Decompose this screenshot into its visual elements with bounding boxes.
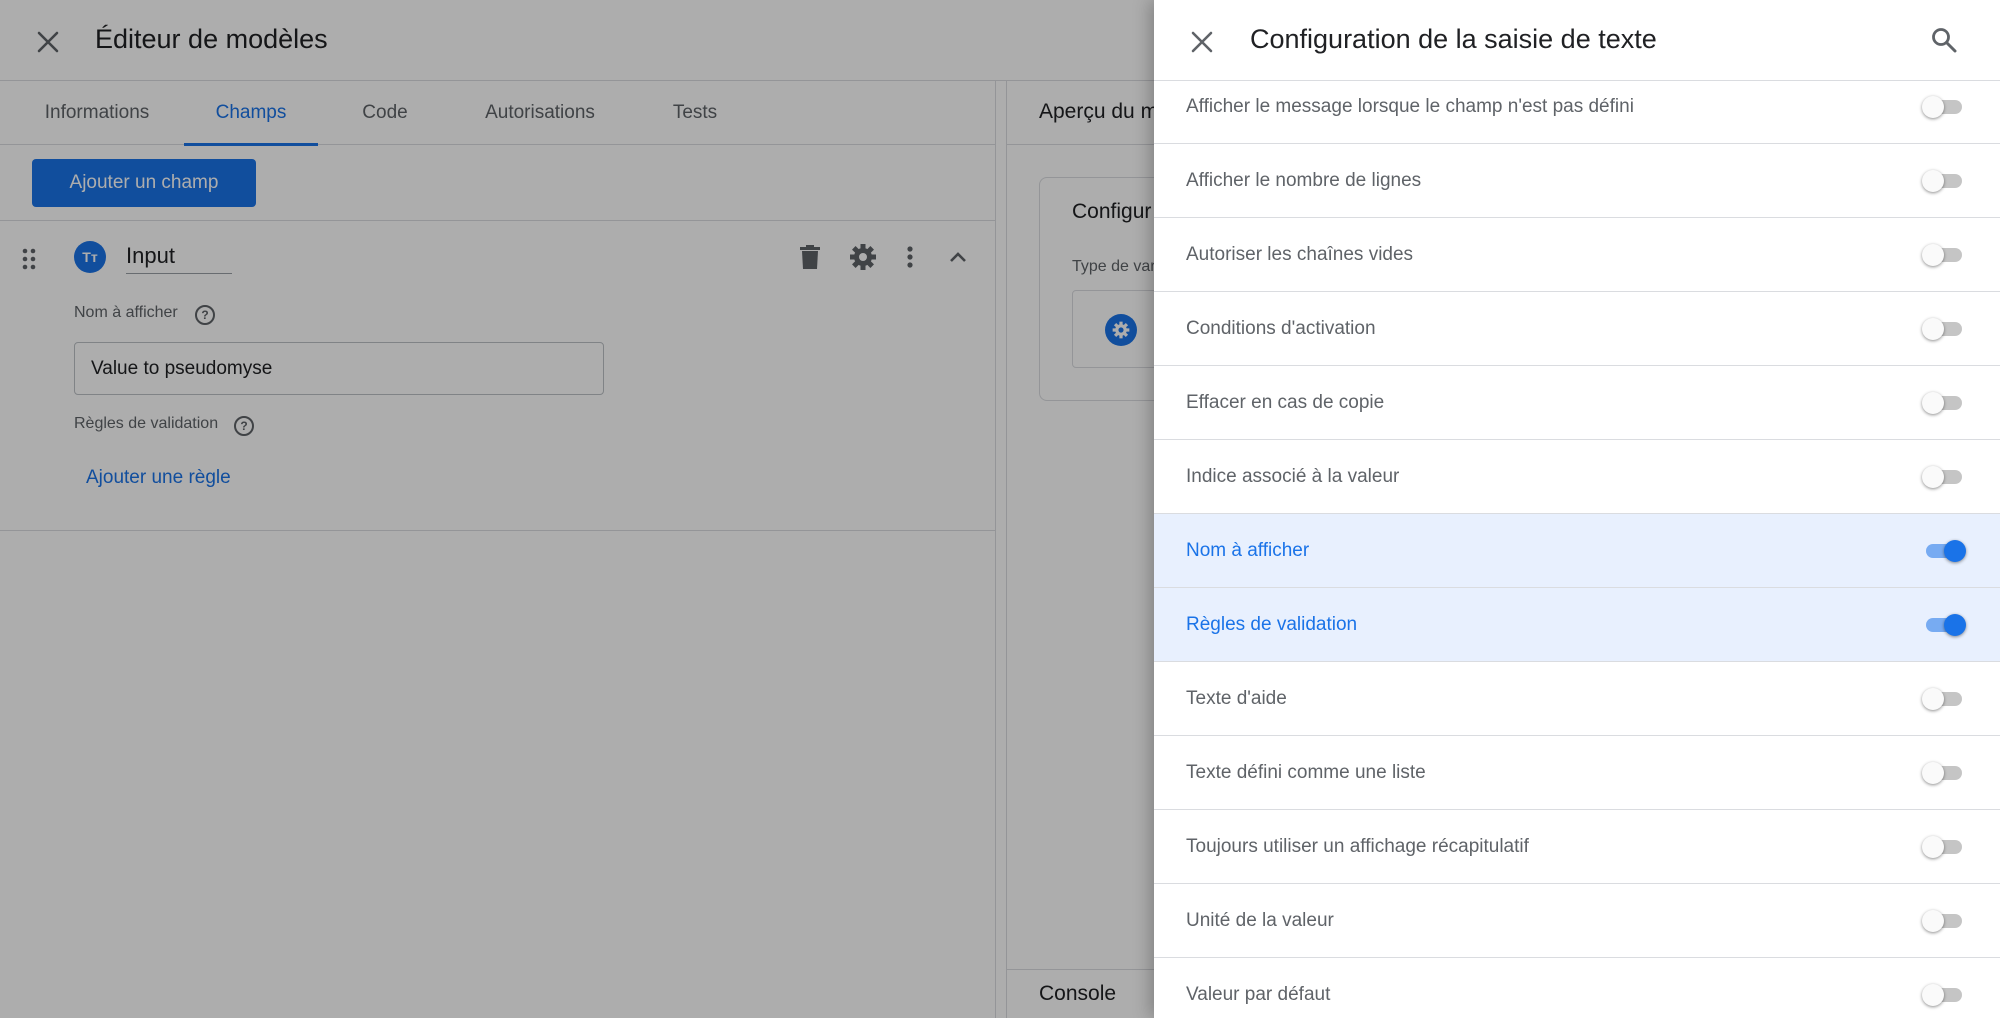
setting-row[interactable]: Nom à afficher — [1154, 514, 2000, 588]
setting-label: Texte défini comme une liste — [1186, 762, 1426, 783]
toggle-thumb — [1922, 836, 1944, 858]
setting-toggle[interactable] — [1922, 466, 1966, 488]
search-button[interactable] — [1926, 22, 1962, 58]
toggle-thumb — [1922, 984, 1944, 1006]
toggle-thumb — [1944, 540, 1966, 562]
setting-label: Toujours utiliser un affichage récapitul… — [1186, 836, 1529, 857]
setting-row[interactable]: Indice associé à la valeur — [1154, 440, 2000, 514]
toggle-thumb — [1944, 614, 1966, 636]
toggle-thumb — [1922, 96, 1944, 118]
setting-toggle[interactable] — [1922, 836, 1966, 858]
setting-label: Indice associé à la valeur — [1186, 466, 1400, 487]
setting-toggle[interactable] — [1922, 688, 1966, 710]
setting-row[interactable]: Autoriser les chaînes vides — [1154, 218, 2000, 292]
setting-toggle[interactable] — [1922, 984, 1966, 1006]
setting-row[interactable]: Toujours utiliser un affichage récapitul… — [1154, 810, 2000, 884]
setting-row[interactable]: Conditions d'activation — [1154, 292, 2000, 366]
panel-title: Configuration de la saisie de texte — [1250, 24, 1657, 54]
panel-header: Configuration de la saisie de texte — [1154, 0, 2000, 81]
setting-label: Règles de validation — [1186, 614, 1358, 635]
setting-label: Autoriser les chaînes vides — [1186, 244, 1414, 265]
setting-row[interactable]: Texte d'aide — [1154, 662, 2000, 736]
modal-scrim[interactable] — [0, 0, 1154, 1018]
setting-toggle[interactable] — [1922, 540, 1966, 562]
toggle-thumb — [1922, 318, 1944, 340]
setting-label: Afficher le nombre de lignes — [1186, 170, 1422, 191]
toggle-thumb — [1922, 466, 1944, 488]
setting-row[interactable]: Unité de la valeur — [1154, 884, 2000, 958]
setting-toggle[interactable] — [1922, 762, 1966, 784]
setting-toggle[interactable] — [1922, 392, 1966, 414]
close-panel-button[interactable] — [1184, 24, 1220, 60]
setting-toggle[interactable] — [1922, 614, 1966, 636]
setting-row[interactable]: Afficher le nombre de lignes — [1154, 144, 2000, 218]
setting-toggle[interactable] — [1922, 318, 1966, 340]
setting-row[interactable]: Règles de validation — [1154, 588, 2000, 662]
setting-label: Valeur par défaut — [1186, 984, 1331, 1005]
setting-label: Conditions d'activation — [1186, 318, 1376, 339]
setting-toggle[interactable] — [1922, 170, 1966, 192]
toggle-thumb — [1922, 762, 1944, 784]
toggle-thumb — [1922, 392, 1944, 414]
setting-toggle[interactable] — [1922, 910, 1966, 932]
setting-label: Effacer en cas de copie — [1186, 392, 1385, 413]
setting-row[interactable]: Afficher le message lorsque le champ n'e… — [1154, 70, 2000, 144]
toggle-thumb — [1922, 910, 1944, 932]
toggle-thumb — [1922, 244, 1944, 266]
setting-row[interactable]: Valeur par défaut — [1154, 958, 2000, 1018]
toggle-thumb — [1922, 688, 1944, 710]
text-input-config-panel: Configuration de la saisie de texte Affi… — [1154, 0, 2000, 1018]
close-icon — [1191, 31, 1213, 53]
toggle-thumb — [1922, 170, 1944, 192]
setting-label: Unité de la valeur — [1186, 910, 1334, 931]
setting-row[interactable]: Effacer en cas de copie — [1154, 366, 2000, 440]
search-icon — [1932, 28, 1957, 53]
setting-row[interactable]: Texte défini comme une liste — [1154, 736, 2000, 810]
setting-label: Nom à afficher — [1186, 540, 1310, 561]
setting-label: Afficher le message lorsque le champ n'e… — [1186, 96, 1634, 117]
setting-label: Texte d'aide — [1186, 688, 1287, 709]
setting-toggle[interactable] — [1922, 96, 1966, 118]
setting-toggle[interactable] — [1922, 244, 1966, 266]
